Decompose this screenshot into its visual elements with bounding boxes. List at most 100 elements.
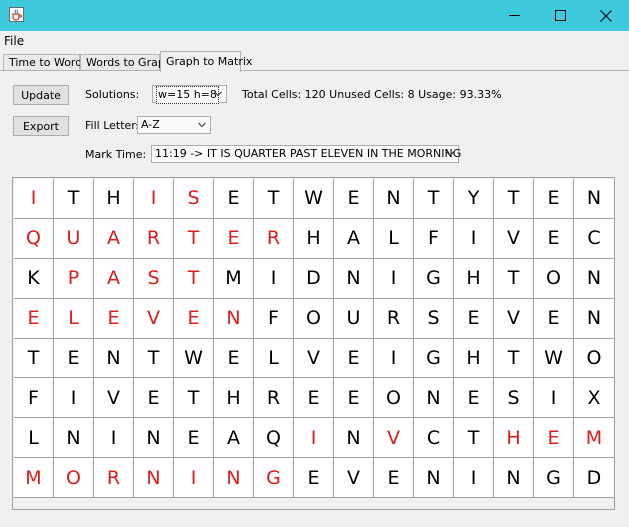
matrix-cell: R xyxy=(134,218,174,259)
matrix-cell: T xyxy=(174,218,214,259)
matrix-cell: E xyxy=(14,298,54,339)
mark-time-select[interactable]: 11:19 -> IT IS QUARTER PAST ELEVEN IN TH… xyxy=(151,145,462,163)
matrix-cell: U xyxy=(54,218,94,259)
matrix-cell: S xyxy=(414,298,454,339)
matrix-cell: E xyxy=(294,458,334,498)
matrix-cell: T xyxy=(134,338,174,379)
matrix-cell: T xyxy=(174,258,214,299)
matrix-cell: E xyxy=(214,179,254,219)
matrix-cell: V xyxy=(494,218,534,259)
matrix-cell: E xyxy=(294,378,334,419)
fill-letters-select[interactable]: A-Z xyxy=(137,116,211,134)
matrix-cell: N xyxy=(574,259,614,299)
matrix-cell: I xyxy=(174,458,214,498)
matrix-cell: G xyxy=(534,458,574,498)
matrix-cell: N xyxy=(574,179,614,219)
matrix-cell: I xyxy=(54,378,94,419)
fill-letters-value: A-Z xyxy=(141,118,160,131)
tab-divider xyxy=(0,70,629,71)
matrix-cell: T xyxy=(174,378,214,419)
matrix-cell: E xyxy=(534,179,574,219)
matrix-cell: W xyxy=(534,338,574,379)
matrix-cell: E xyxy=(534,418,574,459)
matrix-cell: S xyxy=(134,258,174,299)
menu-file[interactable]: File xyxy=(4,34,24,48)
matrix-cell: E xyxy=(534,298,574,339)
matrix-cell: T xyxy=(414,179,454,219)
matrix-cell: T xyxy=(54,179,94,219)
matrix-cell: K xyxy=(14,258,54,299)
minimize-button[interactable] xyxy=(491,0,537,31)
tab-time-to-words[interactable]: Time to Words xyxy=(3,54,88,71)
matrix-cell: G xyxy=(254,458,294,498)
matrix-cell: N xyxy=(574,299,614,339)
matrix-cell: E xyxy=(214,218,254,259)
matrix-cell: E xyxy=(374,458,414,498)
mark-time-value: 11:19 -> IT IS QUARTER PAST ELEVEN IN TH… xyxy=(155,147,462,160)
close-button[interactable] xyxy=(583,0,629,31)
matrix-cell: S xyxy=(174,179,214,219)
matrix-cell: N xyxy=(334,258,374,299)
matrix-cell: C xyxy=(574,219,614,259)
matrix-cell: E xyxy=(334,338,374,379)
solutions-label: Solutions: xyxy=(85,88,140,101)
matrix-cell: E xyxy=(454,378,494,419)
tab-graph-to-matrix[interactable]: Graph to Matrix xyxy=(160,51,252,72)
matrix-cell: I xyxy=(454,218,494,259)
matrix-cell: N xyxy=(214,458,254,498)
matrix-cell: E xyxy=(174,298,214,339)
matrix-cell: E xyxy=(534,218,574,259)
matrix-cell: F xyxy=(14,378,54,419)
matrix-cell: N xyxy=(134,458,174,498)
matrix-cell: H xyxy=(294,218,334,259)
matrix-cell: T xyxy=(494,338,534,379)
matrix-cell: A xyxy=(214,418,254,459)
matrix-cell: I xyxy=(294,418,334,459)
matrix-cell: R xyxy=(254,378,294,419)
matrix-cell: E xyxy=(454,298,494,339)
update-button[interactable]: Update xyxy=(13,85,69,105)
matrix-cell: H xyxy=(494,418,534,459)
matrix-cell: T xyxy=(14,338,54,379)
maximize-button[interactable] xyxy=(537,0,583,31)
chevron-down-icon xyxy=(198,122,206,128)
solutions-select[interactable]: w=15 h=8 xyxy=(152,85,227,104)
matrix-cell: N xyxy=(54,418,94,459)
matrix-cell: I xyxy=(374,338,414,379)
matrix-cell: S xyxy=(494,378,534,419)
tab-words-to-graph[interactable]: Words to Graph xyxy=(80,54,172,71)
matrix-cell: A xyxy=(94,218,134,259)
matrix-cell: I xyxy=(254,258,294,299)
matrix-cell: I xyxy=(374,258,414,299)
matrix-cell: N xyxy=(374,179,414,219)
matrix-cell: E xyxy=(94,298,134,339)
usage-stats: Total Cells: 120 Unused Cells: 8 Usage: … xyxy=(242,88,502,101)
matrix-cell: N xyxy=(134,418,174,459)
matrix-cell: T xyxy=(254,179,294,219)
matrix-cell: E xyxy=(214,338,254,379)
solutions-value: w=15 h=8 xyxy=(156,86,219,104)
chevron-down-icon xyxy=(214,91,222,97)
maximize-icon xyxy=(554,10,566,21)
title-bar xyxy=(0,0,629,31)
mark-time-label: Mark Time: xyxy=(85,148,147,161)
matrix-cell: L xyxy=(14,418,54,459)
matrix-cell: M xyxy=(14,458,54,498)
matrix-cell: P xyxy=(54,258,94,299)
matrix-cell: A xyxy=(94,258,134,299)
close-icon xyxy=(600,9,612,22)
matrix-cell: F xyxy=(254,298,294,339)
chevron-down-icon xyxy=(446,151,454,157)
matrix-cell: M xyxy=(574,418,614,459)
matrix-panel: ITHISETWENTYTENQUARTERHALFIVECKPASTMIDNI… xyxy=(12,177,615,510)
matrix-cell: T xyxy=(454,418,494,459)
matrix-cell: D xyxy=(574,458,614,498)
matrix-cell: H xyxy=(214,378,254,419)
matrix-cell: V xyxy=(334,458,374,498)
matrix-cell: E xyxy=(334,179,374,219)
matrix-cell: N xyxy=(414,458,454,498)
export-button[interactable]: Export xyxy=(13,116,69,136)
matrix-cell: C xyxy=(414,418,454,459)
matrix-cell: D xyxy=(294,258,334,299)
minimize-icon xyxy=(508,15,520,16)
